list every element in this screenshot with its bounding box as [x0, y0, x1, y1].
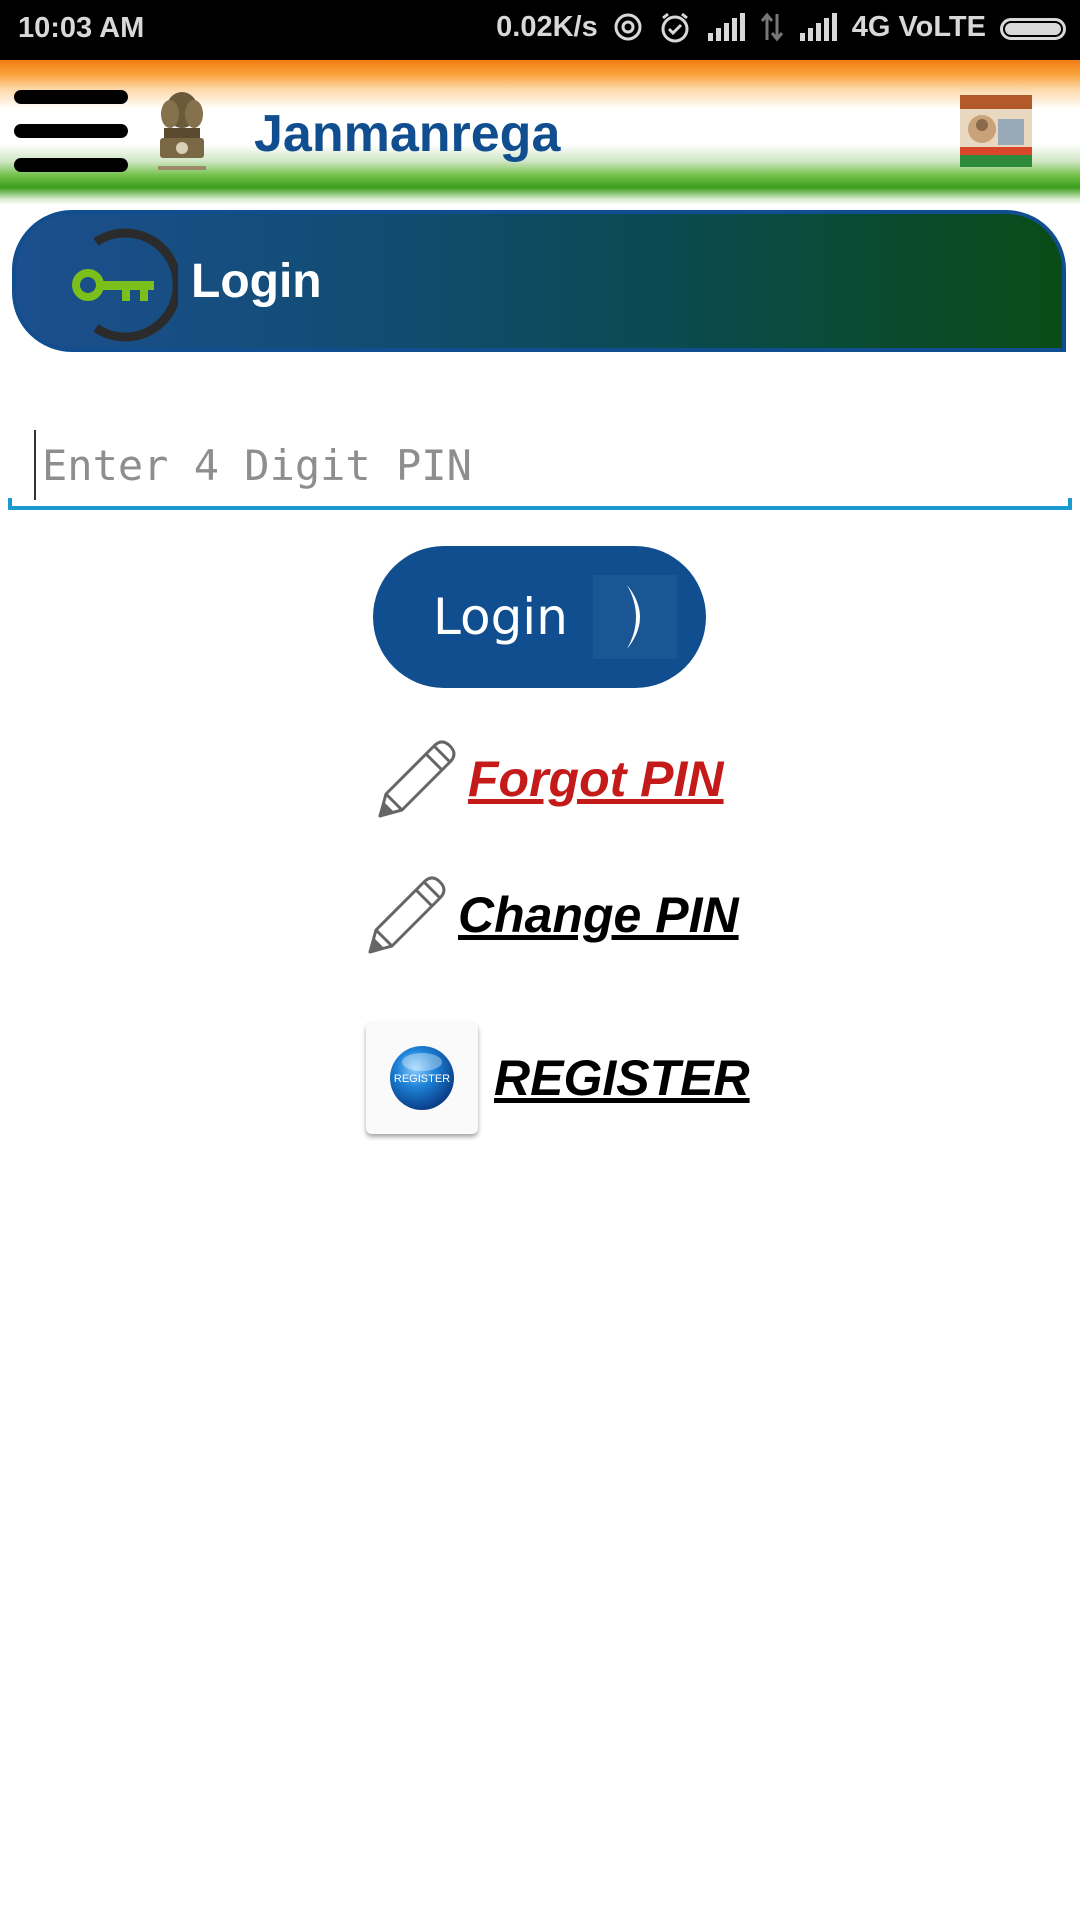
- status-bar: 10:03 AM 0.02K/s 4G VoLTE: [0, 0, 1080, 60]
- key-icon: [72, 228, 178, 342]
- pencil-icon: [378, 740, 456, 818]
- app-title: Janmanrega: [254, 105, 561, 163]
- svg-text:REGISTER: REGISTER: [394, 1073, 450, 1085]
- hotspot-icon: [614, 13, 642, 41]
- register-row[interactable]: REGISTER REGISTER: [366, 1022, 750, 1134]
- emblem-icon: [158, 92, 206, 170]
- status-time: 10:03 AM: [18, 12, 145, 44]
- register-link[interactable]: REGISTER: [494, 1049, 750, 1107]
- network-type: 4G VoLTE: [851, 10, 986, 43]
- data-arrows-icon: [760, 12, 783, 42]
- status-right: 0.02K/s 4G VoLTE: [496, 10, 1066, 44]
- alarm-icon: [661, 12, 689, 43]
- change-pin-row[interactable]: Change PIN: [362, 872, 739, 958]
- register-icon[interactable]: REGISTER: [366, 1022, 478, 1134]
- pin-input[interactable]: [34, 430, 1054, 500]
- login-banner: Login: [12, 210, 1066, 352]
- forgot-pin-row[interactable]: Forgot PIN: [372, 736, 724, 822]
- app-header: Janmanrega: [0, 60, 1080, 205]
- login-button-label: Login: [433, 588, 568, 646]
- login-banner-title: Login: [191, 255, 322, 308]
- login-button[interactable]: Login: [373, 546, 706, 688]
- signal-icon-2: [799, 13, 837, 41]
- net-speed: 0.02K/s: [496, 10, 598, 43]
- pencil-icon: [368, 876, 446, 954]
- chevron-right-icon: [593, 575, 677, 659]
- menu-icon[interactable]: [14, 90, 128, 172]
- pin-field: [8, 430, 1072, 510]
- profile-icon[interactable]: [960, 95, 1032, 167]
- forgot-pin-link[interactable]: Forgot PIN: [468, 750, 724, 808]
- change-pin-link[interactable]: Change PIN: [458, 886, 739, 944]
- signal-icon: [707, 13, 745, 41]
- battery-icon: [1000, 18, 1066, 40]
